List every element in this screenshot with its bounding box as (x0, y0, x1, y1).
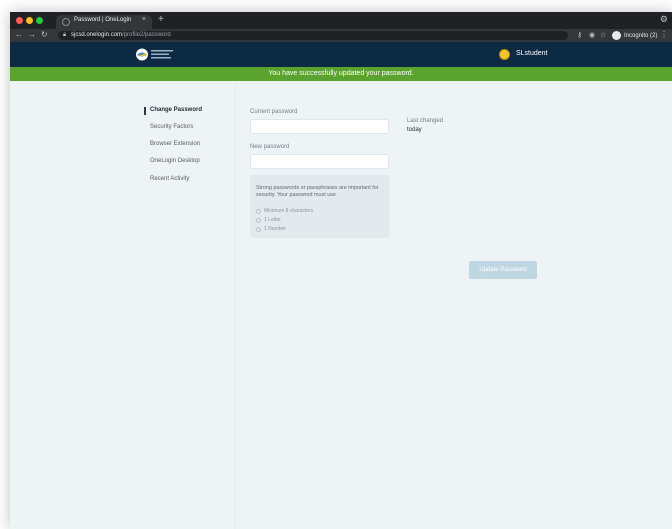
new-password-field[interactable] (250, 154, 389, 169)
key-icon[interactable]: ⚷ (577, 31, 582, 40)
circle-icon (256, 217, 261, 223)
incognito-icon (612, 31, 621, 40)
user-avatar[interactable] (499, 49, 510, 60)
last-changed-label: Last changed (407, 118, 444, 124)
circle-icon (256, 208, 261, 214)
lock-icon: 🔒︎ (63, 32, 67, 38)
browser-tab[interactable]: Password | OneLogin × (56, 15, 152, 29)
active-indicator (144, 107, 146, 115)
sidebar-item-onelogin-desktop[interactable]: OneLogin Desktop (150, 158, 200, 164)
app-header: SLstudent (10, 42, 672, 67)
sidebar-item-browser-extension[interactable]: Browser Extension (150, 141, 200, 147)
forward-arrow-icon[interactable]: → (28, 30, 36, 40)
sidebar: Change Password Security Factors Browser… (10, 81, 236, 529)
last-changed-value: today (407, 127, 422, 133)
browser-window: Password | OneLogin × + ⚙ ← → ↻ 🔒︎ sjcsd… (10, 12, 672, 529)
user-name[interactable]: SLstudent (516, 50, 548, 57)
sidebar-item-recent-activity[interactable]: Recent Activity (150, 176, 189, 182)
success-message: You have successfully updated your passw… (268, 70, 414, 77)
incognito-label: Incognito (2) (624, 32, 658, 39)
tab-title: Password | OneLogin (74, 17, 132, 23)
password-hint: Strong passwords or passphrases are impo… (256, 185, 379, 198)
more-menu-icon[interactable]: ⋮ (660, 30, 668, 39)
password-requirements-box: Strong passwords or passphrases are impo… (250, 175, 389, 238)
main-content: Change Password Security Factors Browser… (10, 81, 672, 529)
requirement-item: 1 Number (256, 226, 286, 232)
tab-search-icon[interactable]: ⚙ (660, 14, 668, 25)
school-logo-icon[interactable] (135, 47, 177, 62)
success-banner: You have successfully updated your passw… (10, 67, 672, 81)
current-password-label: Current password (250, 109, 298, 115)
eye-slash-icon[interactable]: ◉ (589, 31, 595, 40)
current-password-field[interactable] (250, 119, 389, 134)
browser-tab-bar: Password | OneLogin × + ⚙ (10, 12, 672, 29)
reload-icon[interactable]: ↻ (41, 30, 48, 40)
update-password-button[interactable]: Update Password (469, 261, 537, 279)
browser-toolbar: ← → ↻ 🔒︎ sjcsd.onelogin.com/profile2/pas… (10, 29, 672, 42)
onelogin-favicon-icon (62, 18, 70, 26)
incognito-indicator[interactable]: Incognito (2) (612, 30, 657, 41)
circle-icon (256, 226, 261, 232)
star-bookmark-icon[interactable]: ☆ (600, 31, 606, 40)
address-bar[interactable]: 🔒︎ sjcsd.onelogin.com/profile2/password (58, 31, 568, 40)
close-window-button[interactable] (16, 17, 23, 24)
sidebar-item-security-factors[interactable]: Security Factors (150, 124, 193, 130)
maximize-window-button[interactable] (36, 17, 43, 24)
back-arrow-icon[interactable]: ← (15, 30, 23, 40)
new-password-label: New password (250, 144, 290, 150)
sidebar-item-change-password[interactable]: Change Password (150, 107, 202, 113)
requirement-item: 1 Letter (256, 217, 281, 223)
minimize-window-button[interactable] (26, 17, 33, 24)
tab-close-icon[interactable]: × (142, 16, 146, 23)
requirement-item: Minimum 8 characters (256, 208, 313, 214)
url-text: sjcsd.onelogin.com/profile2/password (71, 32, 171, 38)
new-tab-button[interactable]: + (158, 14, 164, 26)
